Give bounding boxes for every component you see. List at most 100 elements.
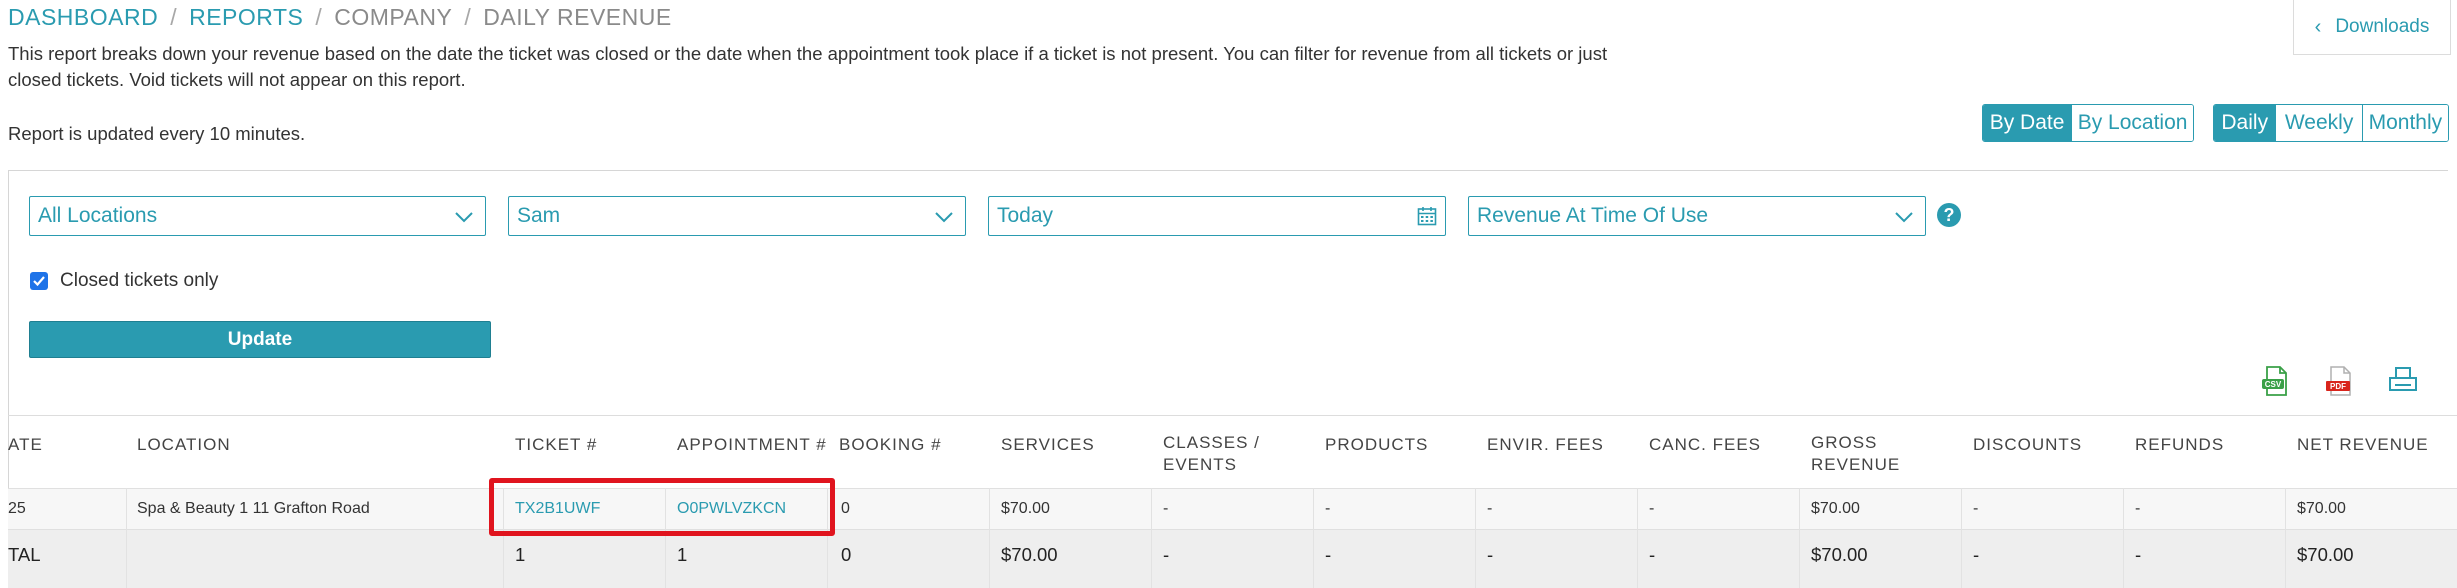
total-label: TAL xyxy=(8,544,41,565)
column-divider xyxy=(2285,488,2286,588)
checkmark-icon xyxy=(33,276,45,287)
weekly-button[interactable]: Weekly xyxy=(2275,105,2362,141)
total-net-revenue: $70.00 xyxy=(2297,544,2354,565)
svg-text:PDF: PDF xyxy=(2330,382,2346,391)
breadcrumb: DASHBOARD / REPORTS / COMPANY / DAILY REVENUE xyxy=(8,4,672,31)
column-header-net-revenue[interactable]: NET REVENUE xyxy=(2297,434,2429,456)
column-divider xyxy=(989,488,990,588)
breadcrumb-separator: / xyxy=(464,4,472,30)
column-divider xyxy=(1637,488,1638,588)
total-discounts: - xyxy=(1973,544,1980,565)
total-ticket: 1 xyxy=(515,544,526,565)
column-header-gross-line2: REVENUE xyxy=(1811,455,1901,474)
total-products: - xyxy=(1325,544,1332,565)
revenue-type-select[interactable]: Revenue At Time Of Use xyxy=(1468,196,1926,236)
update-button[interactable]: Update xyxy=(29,321,491,358)
column-divider xyxy=(126,488,127,588)
column-divider xyxy=(1151,488,1152,588)
daily-button[interactable]: Daily xyxy=(2214,105,2276,141)
total-gross-revenue: $70.00 xyxy=(1811,544,1868,565)
breadcrumb-reports[interactable]: REPORTS xyxy=(189,4,303,31)
chevron-down-icon xyxy=(455,212,473,223)
highlight-box xyxy=(489,478,835,536)
closed-tickets-checkbox[interactable] xyxy=(30,272,48,290)
table-total-row xyxy=(8,530,2457,588)
cell-envir-fees: - xyxy=(1487,500,1493,517)
cell-gross-revenue: $70.00 xyxy=(1811,500,1860,517)
total-booking: 0 xyxy=(841,544,852,565)
total-services: $70.00 xyxy=(1001,544,1058,565)
cell-refunds: - xyxy=(2135,500,2141,517)
breadcrumb-daily-revenue: DAILY REVENUE xyxy=(483,4,672,30)
revenue-type-select-value: Revenue At Time Of Use xyxy=(1477,204,1709,227)
column-header-classes-events[interactable]: CLASSES / EVENTS xyxy=(1163,432,1260,476)
chevron-left-icon: ‹ xyxy=(2314,15,2322,38)
svg-text:CSV: CSV xyxy=(2265,380,2282,389)
monthly-button[interactable]: Monthly xyxy=(2361,105,2448,141)
cell-classes: - xyxy=(1163,500,1169,517)
column-header-location[interactable]: LOCATION xyxy=(137,434,231,456)
cell-net-revenue: $70.00 xyxy=(2297,500,2346,517)
pdf-icon[interactable]: PDF xyxy=(2323,364,2357,398)
breadcrumb-separator: / xyxy=(315,4,323,30)
by-location-button[interactable]: By Location xyxy=(2071,105,2193,141)
location-select[interactable]: All Locations xyxy=(29,196,486,236)
total-appointment: 1 xyxy=(677,544,688,565)
table-row xyxy=(8,488,2457,530)
column-header-refunds[interactable]: REFUNDS xyxy=(2135,434,2224,456)
csv-icon[interactable]: CSV xyxy=(2259,364,2293,398)
report-description: This report breaks down your revenue bas… xyxy=(8,43,1608,90)
total-classes: - xyxy=(1163,544,1170,565)
by-date-button[interactable]: By Date xyxy=(1983,105,2072,141)
column-header-booking[interactable]: BOOKING # xyxy=(839,434,942,456)
update-frequency-note: Report is updated every 10 minutes. xyxy=(8,123,306,144)
breadcrumb-dashboard[interactable]: DASHBOARD xyxy=(8,4,158,31)
column-header-products[interactable]: PRODUCTS xyxy=(1325,434,1428,456)
breadcrumb-company: COMPANY xyxy=(334,4,453,30)
column-header-classes-line2: EVENTS xyxy=(1163,455,1238,474)
print-icon[interactable] xyxy=(2386,364,2420,398)
closed-tickets-option: Closed tickets only xyxy=(30,270,218,292)
column-header-gross-revenue[interactable]: GROSS REVENUE xyxy=(1811,432,1900,476)
chevron-down-icon xyxy=(935,212,953,223)
cell-discounts: - xyxy=(1973,500,1979,517)
cell-services: $70.00 xyxy=(1001,500,1050,517)
downloads-button[interactable]: ‹ Downloads xyxy=(2293,0,2451,55)
total-canc-fees: - xyxy=(1649,544,1656,565)
cell-products: - xyxy=(1325,500,1331,517)
cell-booking: 0 xyxy=(841,500,850,517)
column-header-date[interactable]: ATE xyxy=(8,434,43,456)
chevron-down-icon xyxy=(1895,212,1913,223)
column-header-canc-fees[interactable]: CANC. FEES xyxy=(1649,434,1761,456)
total-refunds: - xyxy=(2135,544,2142,565)
staff-select[interactable]: Sam xyxy=(508,196,966,236)
cell-location: Spa & Beauty 1 11 Grafton Road xyxy=(137,500,370,517)
date-picker-value: Today xyxy=(997,204,1054,227)
column-header-classes-line1: CLASSES / xyxy=(1163,433,1260,452)
closed-tickets-label: Closed tickets only xyxy=(60,270,219,291)
column-divider xyxy=(1475,488,1476,588)
column-header-gross-line1: GROSS xyxy=(1811,433,1878,452)
downloads-label: Downloads xyxy=(2335,16,2430,37)
column-header-appointment[interactable]: APPOINTMENT # xyxy=(677,434,827,456)
column-header-discounts[interactable]: DISCOUNTS xyxy=(1973,434,2082,456)
breadcrumb-separator: / xyxy=(170,4,178,30)
column-header-services[interactable]: SERVICES xyxy=(1001,434,1095,456)
table-header-divider xyxy=(8,415,2457,416)
staff-select-value: Sam xyxy=(517,204,561,227)
calendar-icon[interactable] xyxy=(1417,206,1437,226)
column-divider xyxy=(1961,488,1962,588)
column-divider xyxy=(1313,488,1314,588)
total-envir-fees: - xyxy=(1487,544,1494,565)
date-picker[interactable]: Today xyxy=(988,196,1446,236)
cell-date: 25 xyxy=(8,500,26,517)
cell-canc-fees: - xyxy=(1649,500,1655,517)
column-divider xyxy=(1799,488,1800,588)
column-divider xyxy=(2123,488,2124,588)
column-header-envir-fees[interactable]: ENVIR. FEES xyxy=(1487,434,1604,456)
location-select-value: All Locations xyxy=(38,204,158,227)
view-toggle: By Date By Location xyxy=(1982,104,2194,142)
column-header-ticket[interactable]: TICKET # xyxy=(515,434,597,456)
help-icon[interactable]: ? xyxy=(1937,203,1961,227)
period-toggle: Daily Weekly Monthly xyxy=(2213,104,2449,142)
